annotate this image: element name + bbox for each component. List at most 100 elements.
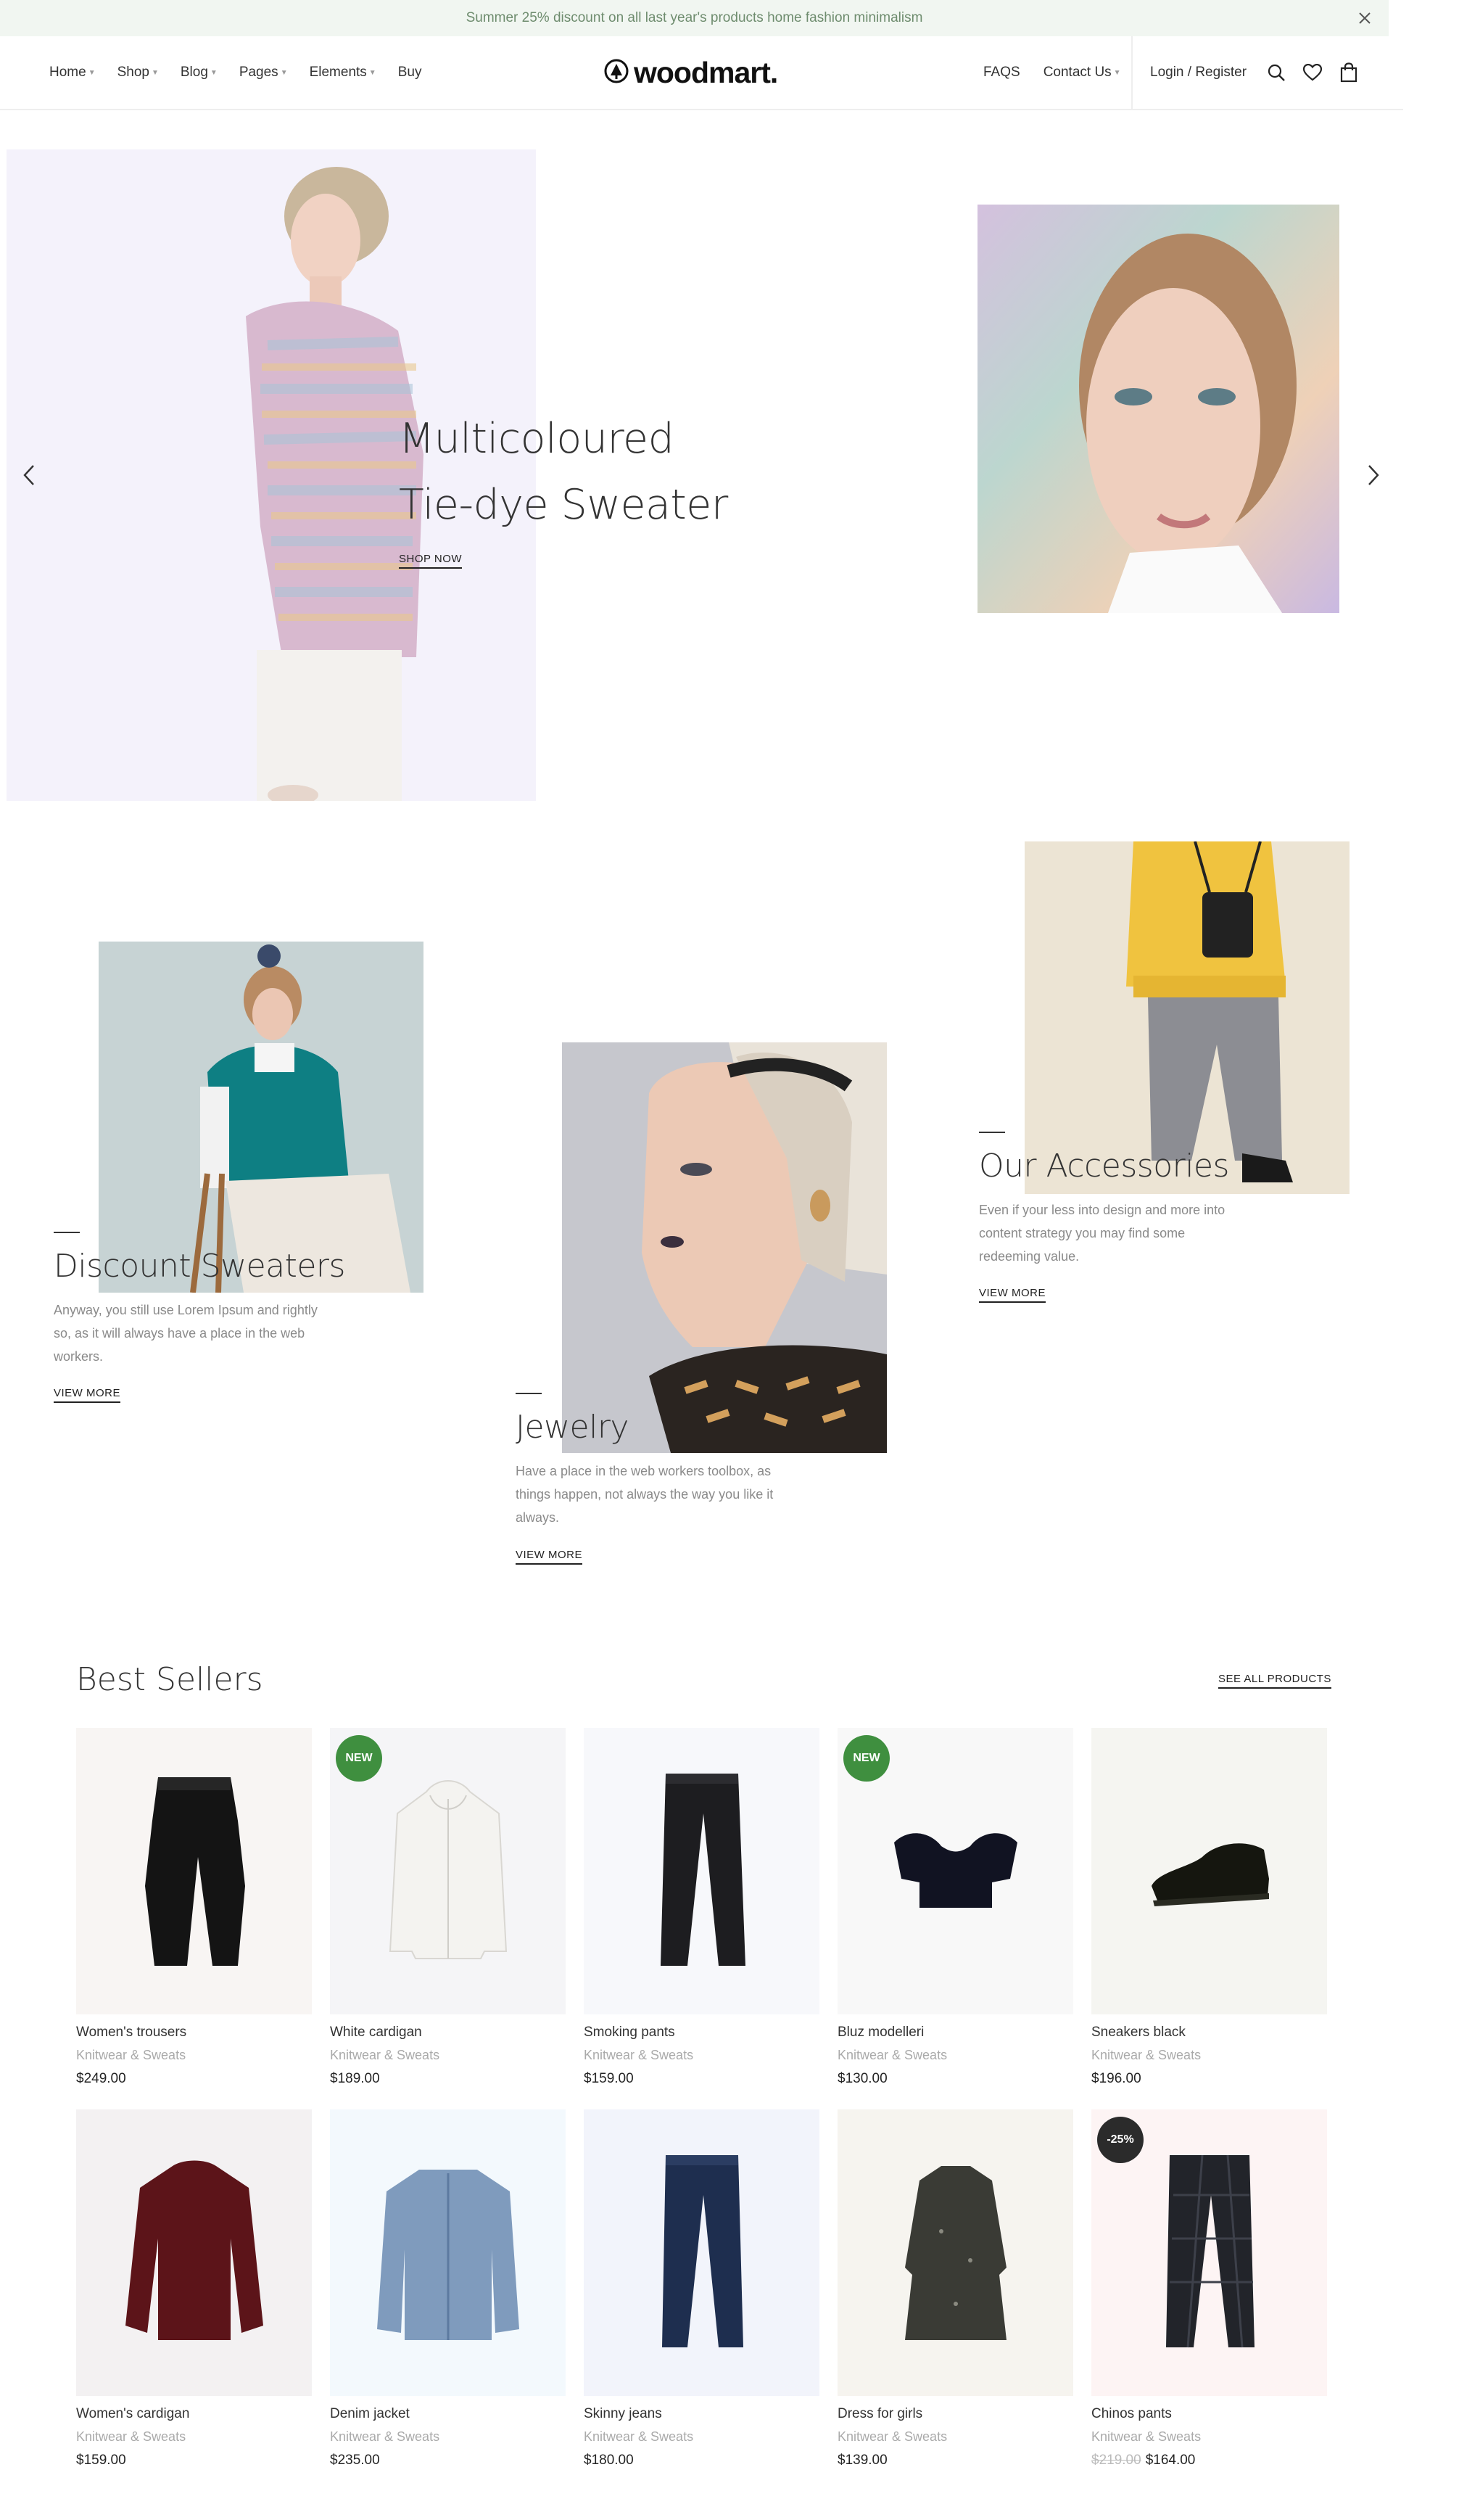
product-category[interactable]: Knitwear & Sweats (838, 2048, 1073, 2063)
product-name[interactable]: Bluz modelleri (838, 2025, 1073, 2041)
hero-title-line-2: Tie-dye Sweater (399, 481, 728, 529)
product-image[interactable] (76, 1728, 312, 2014)
product-category[interactable]: Knitwear & Sweats (1091, 2048, 1327, 2063)
category-description: Anyway, you still use Lorem Ipsum and ri… (54, 1298, 365, 1368)
category-description-line: Anyway, you still use Lorem Ipsum and ri… (54, 1303, 318, 1317)
product-category[interactable]: Knitwear & Sweats (838, 2429, 1073, 2445)
category-accessories-image[interactable] (1025, 841, 1350, 1194)
secondary-nav: FAQS Contact Us ▼ (983, 36, 1144, 109)
product-image[interactable]: NEW (330, 1728, 566, 2014)
product-price: $159.00 (584, 2071, 819, 2087)
product-card[interactable]: NEW Bluz modelleri Knitwear & Sweats $13… (838, 1728, 1073, 2087)
product-image[interactable] (330, 2109, 566, 2396)
category-title[interactable]: Discount Sweaters (54, 1248, 345, 1285)
product-name[interactable]: Chinos pants (1091, 2406, 1327, 2422)
nav-item-home[interactable]: Home ▼ (49, 65, 96, 81)
product-category[interactable]: Knitwear & Sweats (330, 2048, 566, 2063)
product-image[interactable] (584, 1728, 819, 2014)
product-price: $139.00 (838, 2453, 1073, 2468)
product-card[interactable]: Sneakers black Knitwear & Sweats $196.00 (1091, 1728, 1327, 2087)
product-category[interactable]: Knitwear & Sweats (330, 2429, 566, 2445)
product-card[interactable]: NEW White cardigan Knitwear & Sweats $18… (330, 1728, 566, 2087)
nav-item-faqs[interactable]: FAQS (983, 65, 1020, 81)
chevron-down-icon: ▼ (280, 68, 288, 77)
chevron-down-icon: ▼ (368, 68, 376, 77)
category-description: Have a place in the web workers toolbox,… (516, 1459, 835, 1529)
product-price-value: $180.00 (584, 2453, 634, 2468)
product-image[interactable] (76, 2109, 312, 2396)
product-name[interactable]: Women's trousers (76, 2025, 312, 2041)
chevron-right-icon[interactable] (1359, 461, 1388, 490)
nav-item-pages[interactable]: Pages ▼ (239, 65, 288, 81)
product-image[interactable] (1091, 1728, 1327, 2014)
view-more-link[interactable]: VIEW MORE (979, 1287, 1046, 1303)
logo-text: woodmart. (634, 55, 778, 89)
site-header: Home ▼ Shop ▼ Blog ▼ Pages ▼ Elements ▼ Buy w… (0, 36, 1403, 110)
shop-now-link[interactable]: SHOP NOW (399, 553, 463, 569)
product-name[interactable]: Women's cardigan (76, 2406, 312, 2422)
category-sweaters-image[interactable] (99, 942, 423, 1293)
nav-item-label: Blog (180, 65, 208, 80)
search-icon[interactable] (1264, 60, 1289, 85)
product-card[interactable]: Denim jacket Knitwear & Sweats $235.00 (330, 2109, 566, 2468)
category-title[interactable]: Jewelry (516, 1409, 629, 1446)
product-badge: NEW (336, 1735, 382, 1782)
product-price-value: $159.00 (76, 2453, 126, 2468)
product-card[interactable]: Dress for girls Knitwear & Sweats $139.0… (838, 2109, 1073, 2468)
category-divider (54, 1232, 80, 1233)
product-name[interactable]: Sneakers black (1091, 2025, 1327, 2041)
nav-item-shop[interactable]: Shop ▼ (117, 65, 159, 81)
product-category[interactable]: Knitwear & Sweats (1091, 2429, 1327, 2445)
site-logo[interactable]: woodmart. (603, 55, 778, 90)
nav-item-blog[interactable]: Blog ▼ (181, 65, 218, 81)
category-description-line: always. (516, 1510, 560, 1525)
product-name[interactable]: Denim jacket (330, 2406, 566, 2422)
category-description-line: workers. (54, 1349, 104, 1364)
product-price-value: $235.00 (330, 2453, 380, 2468)
product-card[interactable]: Skinny jeans Knitwear & Sweats $180.00 (584, 2109, 819, 2468)
nav-item-label: Contact Us (1043, 65, 1112, 80)
see-all-products-link[interactable]: SEE ALL PRODUCTS (1218, 1673, 1331, 1689)
hero-title: Multicoloured Tie-dye Sweater (399, 406, 728, 538)
close-icon[interactable] (1354, 7, 1376, 29)
product-category[interactable]: Knitwear & Sweats (76, 2048, 312, 2063)
bag-icon[interactable] (1336, 60, 1361, 85)
category-divider (979, 1132, 1005, 1133)
product-price: $189.00 (330, 2071, 566, 2087)
product-name[interactable]: Smoking pants (584, 2025, 819, 2041)
product-card[interactable]: Smoking pants Knitwear & Sweats $159.00 (584, 1728, 819, 2087)
product-card[interactable]: Women's trousers Knitwear & Sweats $249.… (76, 1728, 312, 2087)
nav-item-contact[interactable]: Contact Us ▼ (1043, 65, 1121, 81)
category-jewelry-image[interactable] (562, 1042, 887, 1453)
nav-item-elements[interactable]: Elements ▼ (310, 65, 376, 81)
chevron-left-icon[interactable] (15, 461, 44, 490)
product-card[interactable]: Women's cardigan Knitwear & Sweats $159.… (76, 2109, 312, 2468)
category-description-line: things happen, not always the way you li… (516, 1487, 774, 1502)
category-description: Even if your less into design and more i… (979, 1198, 1284, 1268)
product-category[interactable]: Knitwear & Sweats (584, 2048, 819, 2063)
product-name[interactable]: White cardigan (330, 2025, 566, 2041)
category-divider (516, 1393, 542, 1394)
category-description-line: content strategy you may find some (979, 1226, 1186, 1240)
product-image[interactable] (584, 2109, 819, 2396)
product-price-value: $159.00 (584, 2071, 634, 2086)
product-name[interactable]: Skinny jeans (584, 2406, 819, 2422)
product-price: $196.00 (1091, 2071, 1327, 2087)
product-image[interactable]: NEW (838, 1728, 1073, 2014)
nav-item-buy[interactable]: Buy (398, 65, 422, 81)
product-price-value: $249.00 (76, 2071, 126, 2086)
product-card[interactable]: -25% Chinos pants Knitwear & Sweats $219… (1091, 2109, 1327, 2468)
product-category[interactable]: Knitwear & Sweats (76, 2429, 312, 2445)
product-price-value: $189.00 (330, 2071, 380, 2086)
login-register-link[interactable]: Login / Register (1150, 65, 1247, 81)
product-category[interactable]: Knitwear & Sweats (584, 2429, 819, 2445)
product-price-value: $130.00 (838, 2071, 888, 2086)
product-name[interactable]: Dress for girls (838, 2406, 1073, 2422)
view-more-link[interactable]: VIEW MORE (516, 1549, 583, 1565)
product-image[interactable]: -25% (1091, 2109, 1327, 2396)
view-more-link[interactable]: VIEW MORE (54, 1387, 121, 1403)
product-image[interactable] (838, 2109, 1073, 2396)
heart-icon[interactable] (1300, 60, 1325, 85)
category-description-line: redeeming value. (979, 1249, 1080, 1264)
category-title[interactable]: Our Accessories (979, 1148, 1229, 1185)
